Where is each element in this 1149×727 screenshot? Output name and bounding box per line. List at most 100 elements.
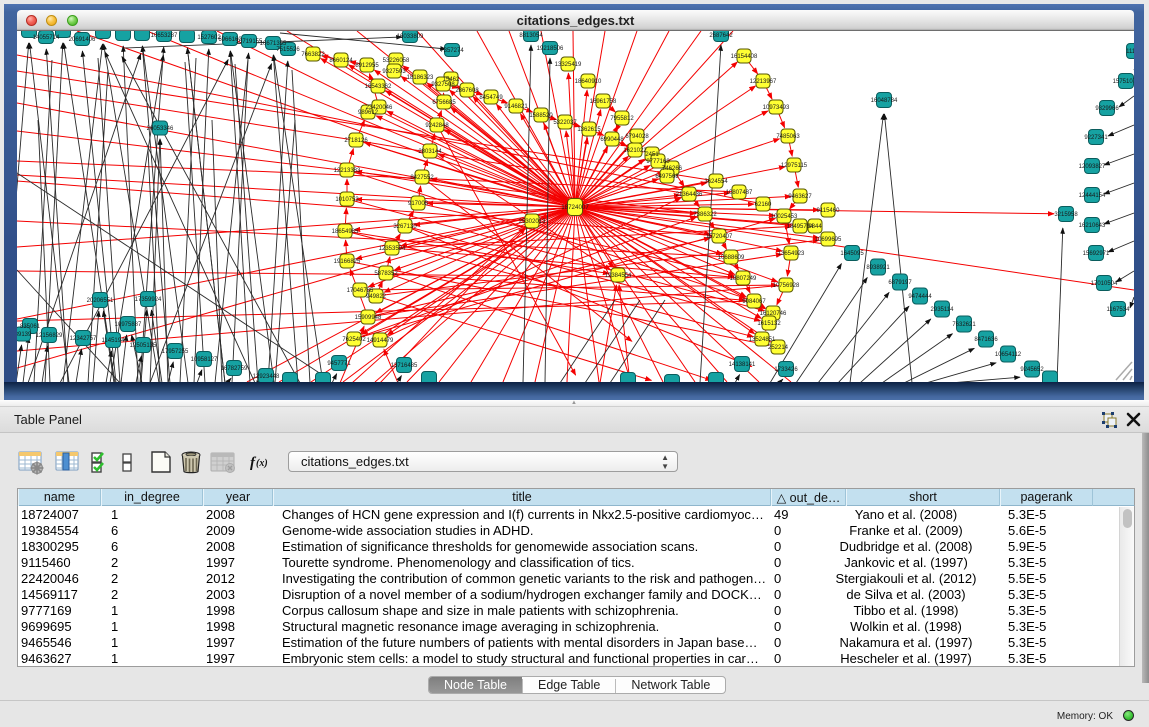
svg-text:53226058: 53226058 <box>383 58 410 64</box>
svg-text:8912955: 8912955 <box>355 63 379 69</box>
svg-text:14055714: 14055714 <box>33 35 60 41</box>
svg-text:1615132: 1615132 <box>757 321 781 327</box>
svg-text:8471636: 8471636 <box>974 337 998 343</box>
svg-text:12923448: 12923448 <box>253 374 280 380</box>
svg-text:2718126: 2718126 <box>344 138 368 144</box>
svg-text:10654112: 10654112 <box>995 352 1022 358</box>
svg-text:9245652: 9245652 <box>1020 367 1044 373</box>
svg-text:13716485: 13716485 <box>391 363 418 369</box>
svg-text:16210643: 16210643 <box>1079 223 1106 229</box>
svg-text:2803144: 2803144 <box>418 149 442 155</box>
svg-text:62160: 62160 <box>755 202 772 208</box>
svg-text:11124: 11124 <box>1126 49 1134 55</box>
svg-text:10025453: 10025453 <box>771 214 798 220</box>
svg-text:25302013: 25302013 <box>519 219 546 225</box>
svg-text:10973493: 10973493 <box>763 105 790 111</box>
svg-text:7386322: 7386322 <box>693 212 717 218</box>
svg-text:12093827: 12093827 <box>1079 164 1106 170</box>
svg-text:2867608: 2867608 <box>455 88 479 94</box>
svg-text:1145194: 1145194 <box>102 338 126 344</box>
svg-text:17010504: 17010504 <box>1091 281 1118 287</box>
svg-text:19384554: 19384554 <box>605 273 632 279</box>
svg-text:1621022: 1621022 <box>623 148 647 154</box>
svg-text:13524851: 13524851 <box>749 337 776 343</box>
svg-text:16154408: 16154408 <box>731 54 758 60</box>
svg-text:12353594: 12353594 <box>379 246 406 252</box>
svg-text:16033809: 16033809 <box>397 34 424 40</box>
svg-text:1010753: 1010753 <box>335 197 359 203</box>
svg-text:7625402: 7625402 <box>342 337 366 343</box>
svg-text:7663822: 7663822 <box>301 52 325 58</box>
svg-text:8427552: 8427552 <box>410 175 434 181</box>
svg-text:10699695: 10699695 <box>815 237 842 243</box>
svg-text:949822: 949822 <box>366 294 387 300</box>
svg-text:12213383: 12213383 <box>334 168 361 174</box>
svg-text:15720407: 15720407 <box>706 234 733 240</box>
svg-text:9146821: 9146821 <box>504 104 528 110</box>
svg-text:10807487: 10807487 <box>726 190 753 196</box>
svg-text:16961758: 16961758 <box>590 99 617 105</box>
svg-text:1733426: 1733426 <box>774 367 798 373</box>
svg-text:6497568: 6497568 <box>655 174 679 180</box>
svg-text:252214: 252214 <box>768 345 789 351</box>
svg-text:1645095: 1645095 <box>840 251 864 257</box>
svg-text:10653287: 10653287 <box>151 33 178 39</box>
svg-text:10688609: 10688609 <box>718 255 745 261</box>
svg-text:16782759: 16782759 <box>221 366 248 372</box>
svg-text:9115460: 9115460 <box>817 208 841 214</box>
svg-text:18724007: 18724007 <box>561 204 589 211</box>
svg-text:12975115: 12975115 <box>781 163 808 169</box>
svg-text:2451: 2451 <box>645 152 659 158</box>
svg-text:23420046: 23420046 <box>366 105 393 111</box>
svg-text:16543362: 16543362 <box>365 84 392 90</box>
svg-text:2935114: 2935114 <box>931 307 955 313</box>
svg-text:746266: 746266 <box>662 166 683 172</box>
svg-text:(x): (x) <box>256 458 268 469</box>
svg-text:7515526: 7515526 <box>276 47 300 53</box>
svg-text:16120746: 16120746 <box>760 311 787 317</box>
svg-text:13654923: 13654923 <box>778 251 805 257</box>
svg-text:15692971: 15692971 <box>1083 251 1110 257</box>
svg-text:9084067: 9084067 <box>742 299 766 305</box>
svg-text:9463627: 9463627 <box>788 194 812 200</box>
svg-text:18807249: 18807249 <box>730 276 757 282</box>
svg-text:3267130: 3267130 <box>393 224 417 230</box>
svg-text:6756685: 6756685 <box>432 100 456 106</box>
svg-text:917008: 917008 <box>408 201 429 207</box>
svg-text:8813054: 8813054 <box>519 33 543 39</box>
svg-text:18186323: 18186323 <box>407 75 434 81</box>
svg-text:6794028: 6794028 <box>625 134 649 140</box>
svg-text:7955812: 7955812 <box>610 116 634 122</box>
svg-text:10756928: 10756928 <box>773 283 800 289</box>
svg-text:6879197: 6879197 <box>888 280 912 286</box>
svg-text:7357274: 7357274 <box>440 48 464 54</box>
svg-text:3624554: 3624554 <box>704 179 728 185</box>
svg-text:12505135: 12505135 <box>130 343 157 349</box>
svg-text:12342757: 12342757 <box>70 336 97 342</box>
svg-text:15751074: 15751074 <box>1113 79 1134 85</box>
svg-text:16048784: 16048784 <box>871 98 898 104</box>
svg-text:19166825: 19166825 <box>334 259 361 265</box>
svg-text:6990448: 6990448 <box>600 137 624 143</box>
svg-text:1362615: 1362615 <box>577 127 601 133</box>
svg-text:9327508: 9327508 <box>431 82 455 88</box>
svg-text:1588520: 1588520 <box>529 113 553 119</box>
svg-text:2687642: 2687642 <box>709 33 733 39</box>
svg-text:9242848: 9242848 <box>425 123 449 129</box>
svg-text:9777169: 9777169 <box>646 159 670 165</box>
svg-text:17359924: 17359924 <box>135 297 162 303</box>
svg-text:5878352: 5878352 <box>374 271 398 277</box>
svg-text:9844: 9844 <box>808 224 822 230</box>
svg-text:1167534: 1167534 <box>1107 307 1131 313</box>
svg-text:9329966: 9329966 <box>1095 106 1119 112</box>
svg-text:9227341: 9227341 <box>1084 135 1108 141</box>
svg-text:18640910: 18640910 <box>575 79 602 85</box>
svg-text:8454749: 8454749 <box>479 95 503 101</box>
svg-text:9327503: 9327503 <box>382 69 406 75</box>
svg-text:835061: 835061 <box>20 324 41 330</box>
svg-text:19218506: 19218506 <box>537 46 564 52</box>
svg-text:9474444: 9474444 <box>908 294 932 300</box>
svg-text:12213967: 12213967 <box>750 79 777 85</box>
svg-text:9457771: 9457771 <box>327 361 351 367</box>
svg-text:20691406: 20691406 <box>69 37 96 43</box>
